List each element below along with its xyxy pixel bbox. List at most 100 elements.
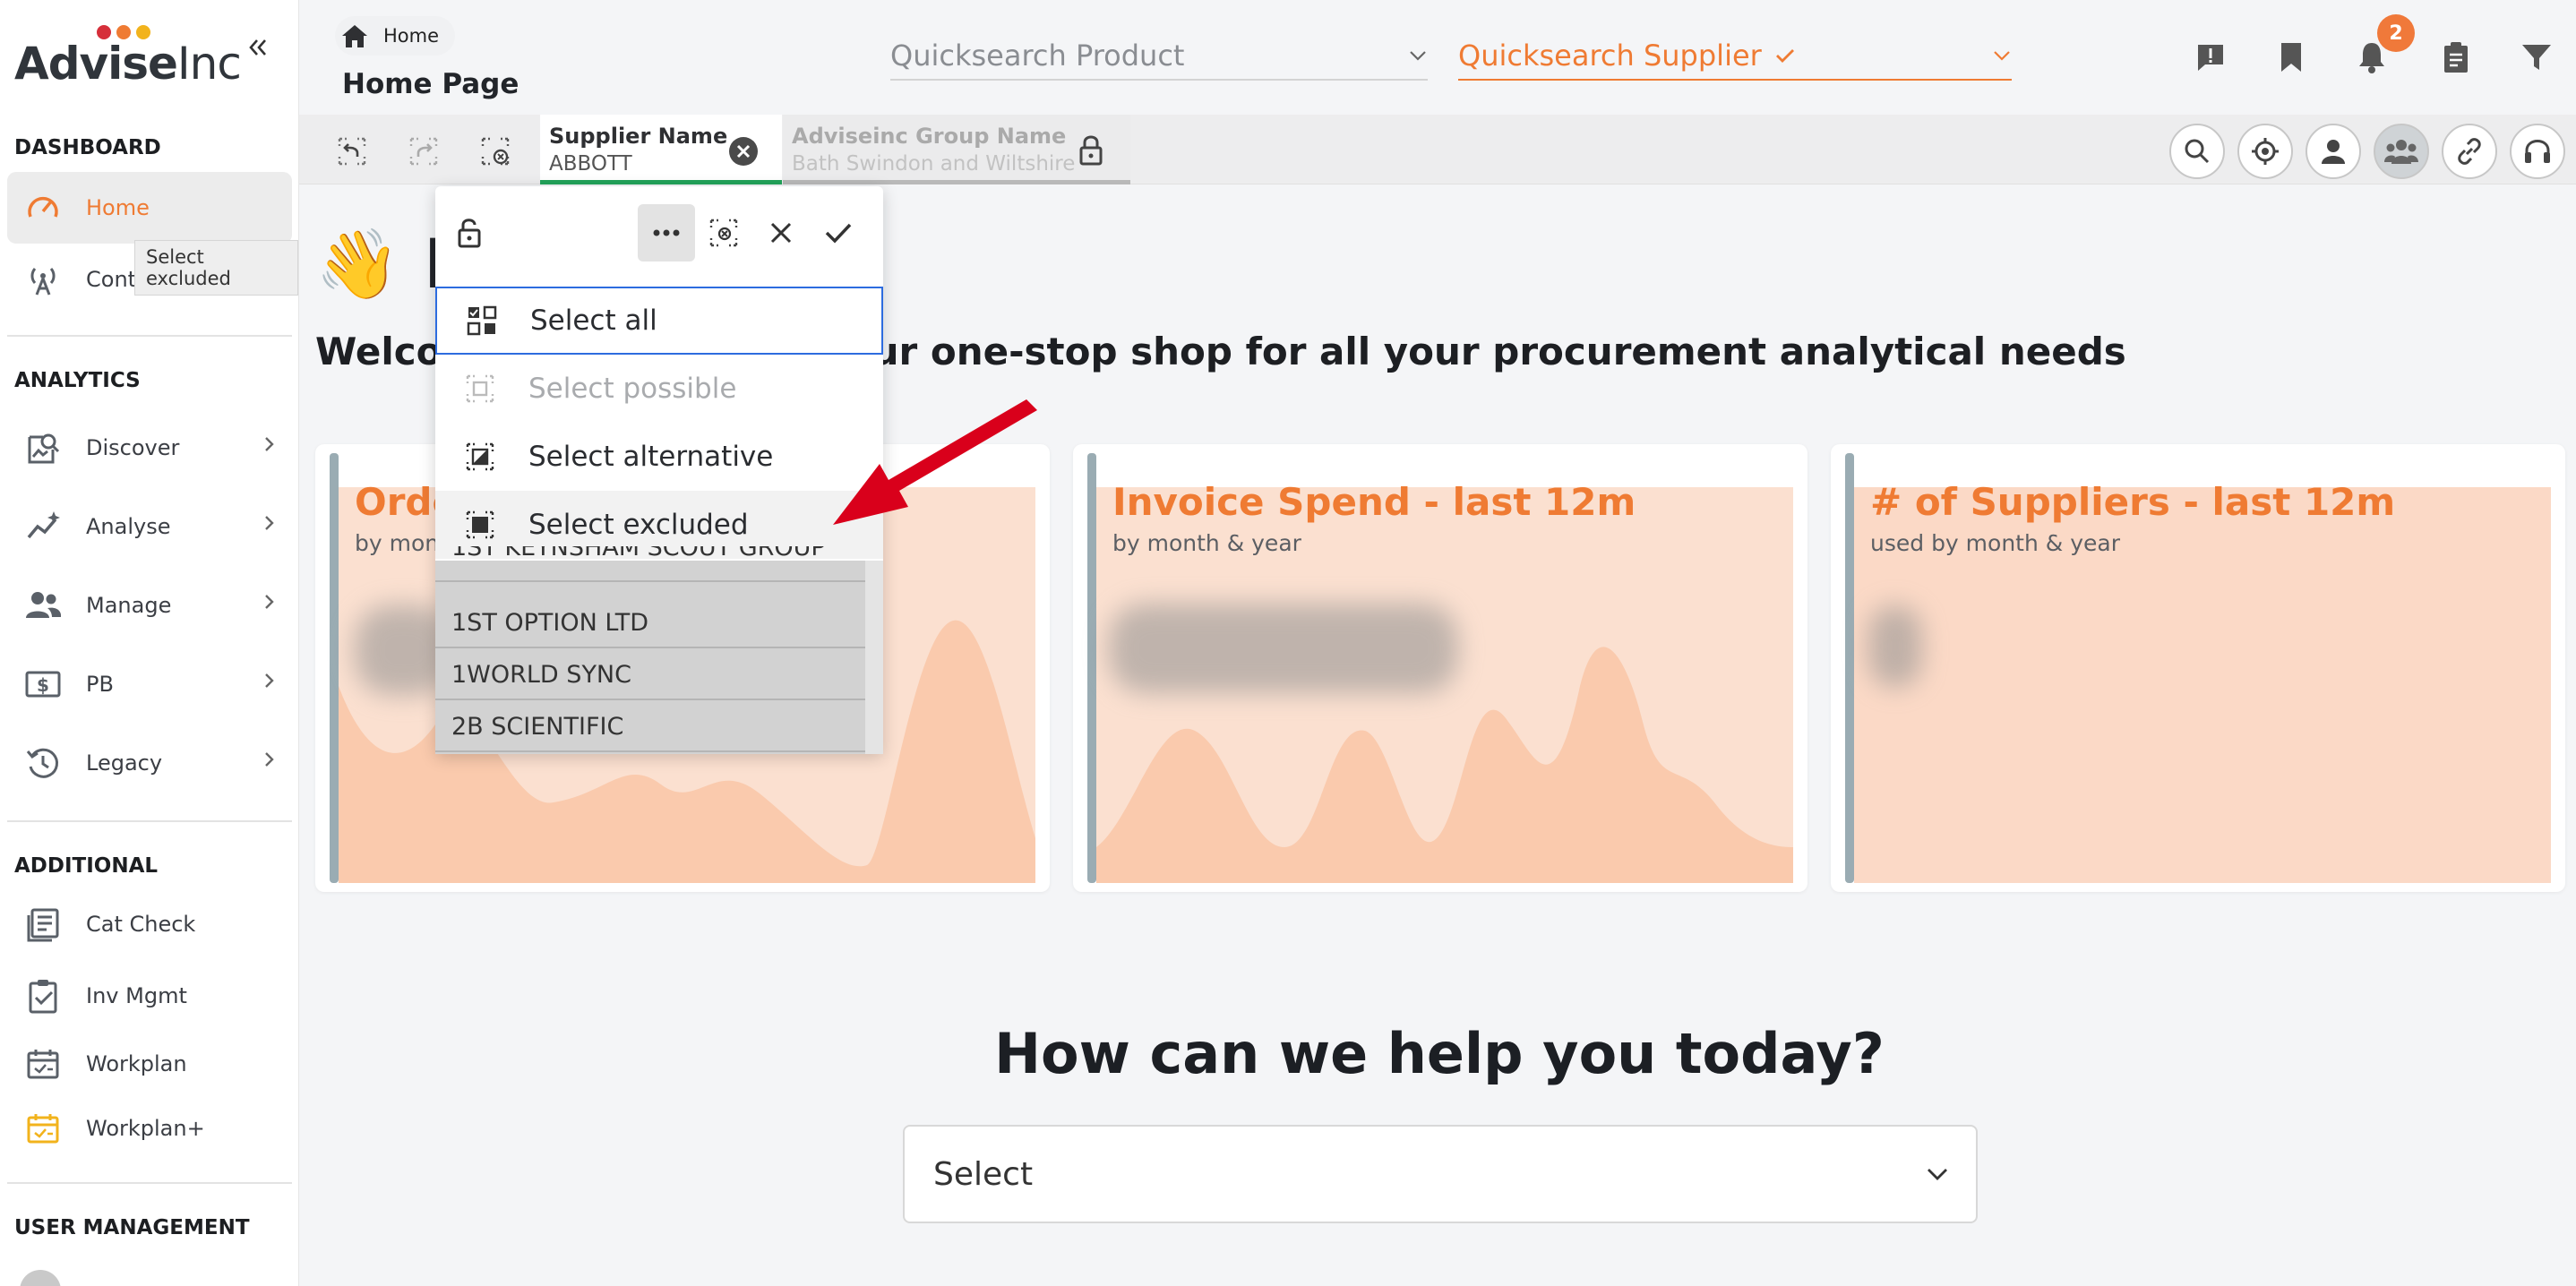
annotation-arrow	[833, 399, 1037, 525]
list-item[interactable]: 2B SCIENTIFIC	[435, 702, 865, 752]
sidebar-item-label: Legacy	[86, 750, 163, 776]
chevron-down-icon	[1994, 51, 2010, 61]
help-select-dropdown[interactable]: Select	[903, 1125, 1978, 1223]
clear-selections-icon[interactable]	[475, 131, 516, 172]
blurred-kpi-value	[1109, 604, 1458, 693]
feedback-icon[interactable]	[2191, 38, 2230, 77]
svg-text:$: $	[37, 674, 49, 696]
users-icon	[20, 582, 66, 629]
list-item-label: 1ST OPTION LTD	[451, 608, 649, 637]
bookmark-icon[interactable]	[2271, 38, 2311, 77]
cancel-icon[interactable]	[752, 204, 810, 261]
select-all-icon	[464, 303, 500, 339]
unlock-icon[interactable]	[441, 204, 498, 261]
sidebar-item-label: Discover	[86, 435, 180, 460]
quicksearch-product-label: Quicksearch Product	[890, 39, 1185, 73]
more-options-icon[interactable]	[638, 204, 695, 261]
breadcrumb-label: Home	[383, 25, 440, 47]
select-possible-icon	[462, 371, 498, 407]
sidebar-item-legacy[interactable]: Legacy	[7, 727, 292, 799]
list-item[interactable]: 1ST KEYNSHAM SCOUT GROUP	[435, 546, 865, 582]
clipboard-icon[interactable]	[2436, 38, 2476, 77]
kpi-card-suppliers[interactable]: # of Suppliers - last 12m used by month …	[1831, 444, 2565, 892]
help-heading: How can we help you today?	[994, 1021, 1885, 1086]
menu-item-label: Select possible	[528, 373, 737, 405]
field-value: ABBOTT	[549, 152, 632, 176]
card-subtitle: used by month & year	[1870, 530, 2120, 556]
sidebar-item-label: Manage	[86, 593, 172, 618]
antenna-icon	[20, 256, 66, 303]
user-icon[interactable]	[2306, 124, 2361, 179]
chevron-right-icon	[265, 673, 274, 688]
discover-icon	[20, 424, 66, 471]
dollar-icon: $	[20, 661, 66, 707]
sidebar-item-label: Workplan+	[86, 1116, 205, 1141]
sidebar-item-label: Inv Mgmt	[86, 983, 187, 1008]
list-scrollbar[interactable]	[865, 561, 883, 754]
section-analytics: ANALYTICS	[14, 369, 141, 392]
quicksearch-supplier-label: Quicksearch Supplier	[1458, 39, 1762, 73]
list-item[interactable]: 1WORLD SYNC	[435, 650, 865, 700]
card-title: # of Suppliers - last 12m	[1870, 480, 2396, 524]
kpi-card-invoice-spend[interactable]: Invoice Spend - last 12m by month & year	[1073, 444, 1807, 892]
collapse-sidebar-icon[interactable]	[244, 34, 270, 61]
select-excluded-icon	[462, 507, 498, 543]
list-icon	[20, 901, 66, 947]
field-name: Supplier Name	[549, 124, 728, 149]
supplier-list: 1ST KEYNSHAM SCOUT GROUP 1ST OPTION LTD …	[435, 546, 865, 754]
filter-icon[interactable]	[2517, 38, 2556, 77]
sidebar-item-home[interactable]: Home	[7, 172, 292, 244]
field-name: Adviseinc Group Name	[792, 124, 1067, 149]
menu-item-select-possible[interactable]: Select possible	[435, 355, 883, 423]
chevron-right-icon	[265, 595, 274, 609]
chevron-right-icon	[265, 516, 274, 530]
clear-selection-icon[interactable]	[695, 204, 752, 261]
search-icon[interactable]	[2169, 124, 2225, 179]
headset-icon[interactable]	[2510, 124, 2565, 179]
locate-icon[interactable]	[2237, 124, 2293, 179]
menu-item-select-all[interactable]: Select all	[435, 287, 883, 355]
card-subtitle: by mon	[355, 530, 440, 556]
sidebar-item-analyse[interactable]: Analyse	[7, 491, 292, 562]
quicksearch-product-select[interactable]: Quicksearch Product	[890, 32, 1428, 81]
breadcrumb[interactable]: Home	[335, 16, 456, 56]
history-icon	[20, 740, 66, 786]
clipboard-check-icon	[20, 973, 66, 1019]
brand-suffix: Inc	[176, 38, 242, 90]
link-icon[interactable]	[2442, 124, 2497, 179]
chevron-down-icon	[1410, 51, 1426, 61]
step-forward-icon[interactable]	[403, 131, 444, 172]
lock-icon[interactable]	[1077, 133, 1105, 168]
sidebar-item-discover[interactable]: Discover	[7, 412, 292, 484]
selection-field-group-name[interactable]: Adviseinc Group Name Bath Swindon and Wi…	[783, 115, 1130, 184]
welcome-text-left: Welco	[315, 330, 442, 373]
menu-item-select-alternative[interactable]: Select alternative	[435, 423, 883, 491]
user-avatar-icon[interactable]	[20, 1270, 61, 1286]
sidebar-item-workplan-plus[interactable]: Workplan+	[7, 1093, 292, 1164]
sidebar-item-label: Home	[86, 195, 150, 220]
selection-field-supplier-name[interactable]: Supplier Name ABBOTT	[540, 115, 782, 184]
step-back-icon[interactable]	[331, 131, 373, 172]
notification-badge: 2	[2377, 14, 2415, 52]
section-dashboard: DASHBOARD	[14, 136, 161, 159]
sidebar-item-manage[interactable]: Manage	[7, 570, 292, 641]
confirm-icon[interactable]	[810, 204, 867, 261]
list-item[interactable]: 1ST OPTION LTD	[435, 598, 865, 648]
welcome-text-right: orm, your one-stop shop for all your pro…	[710, 330, 2126, 373]
tooltip: Select excluded	[134, 240, 298, 296]
field-value: Bath Swindon and Wiltshire	[792, 152, 1076, 176]
chevron-right-icon	[265, 437, 274, 451]
clear-field-icon[interactable]	[726, 134, 760, 168]
sidebar-item-cat-check[interactable]: Cat Check	[7, 888, 292, 960]
section-additional: ADDITIONAL	[14, 854, 159, 878]
menu-item-label: Select alternative	[528, 441, 774, 473]
quicksearch-supplier-select[interactable]: Quicksearch Supplier	[1458, 32, 2012, 81]
menu-item-label: Select excluded	[528, 509, 749, 541]
home-icon	[342, 25, 367, 47]
list-item-label: 1ST KEYNSHAM SCOUT GROUP	[451, 546, 826, 562]
menu-item-label: Select all	[530, 304, 657, 337]
brand-logo[interactable]: Advise Inc	[14, 25, 242, 90]
sidebar-item-label: Analyse	[86, 514, 171, 539]
sidebar-item-pb[interactable]: $ PB	[7, 648, 292, 720]
group-icon[interactable]	[2374, 124, 2429, 179]
